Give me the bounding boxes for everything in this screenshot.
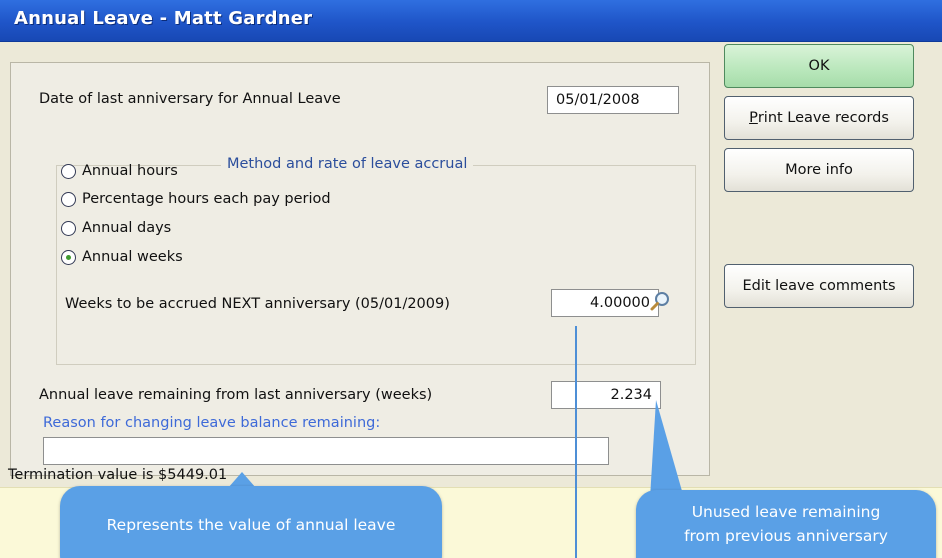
- callout-right-line1: Unused leave remaining: [691, 503, 881, 521]
- callout-left: Represents the value of annual leave: [60, 486, 442, 558]
- ok-button[interactable]: OK: [724, 44, 914, 88]
- reason-input[interactable]: [43, 437, 609, 465]
- weeks-accrued-field[interactable]: 4.00000: [551, 289, 659, 317]
- print-leave-records-button[interactable]: Print Leave records: [724, 96, 914, 140]
- radio-annual-weeks[interactable]: Annual weeks: [61, 245, 183, 269]
- radio-annual-hours[interactable]: Annual hours: [61, 159, 178, 183]
- magnifier-icon[interactable]: [649, 290, 671, 312]
- termination-value: Termination value is $5449.01: [8, 467, 228, 483]
- callout-right-line2: from previous anniversary: [684, 527, 888, 545]
- radio-label: Annual days: [82, 220, 172, 236]
- radio-label: Annual hours: [82, 163, 178, 179]
- more-info-button-label: More info: [785, 162, 853, 178]
- window-title: Annual Leave - Matt Gardner: [14, 8, 313, 29]
- weeks-accrued-label: Weeks to be accrued NEXT anniversary (05…: [65, 296, 450, 312]
- radio-circle[interactable]: [61, 191, 76, 207]
- leave-settings-frame: Date of last anniversary for Annual Leav…: [10, 62, 710, 476]
- radio-circle[interactable]: [61, 163, 76, 179]
- edit-comments-button-label: Edit leave comments: [742, 278, 896, 294]
- radio-label: Percentage hours each pay period: [82, 191, 331, 207]
- leave-remaining-field[interactable]: 2.234: [551, 381, 661, 409]
- radio-circle-checked[interactable]: [61, 249, 76, 265]
- radio-percentage-hours[interactable]: Percentage hours each pay period: [61, 187, 331, 211]
- callout-left-text: Represents the value of annual leave: [106, 516, 396, 534]
- print-button-label: rint Leave records: [757, 110, 889, 126]
- callout-right: Unused leave remaining from previous ann…: [636, 490, 936, 558]
- callout-pointer-line: [575, 326, 577, 558]
- ok-button-label: OK: [808, 58, 830, 74]
- radio-label: Annual weeks: [82, 249, 183, 265]
- callout-right-tail: [650, 400, 684, 498]
- edit-leave-comments-button[interactable]: Edit leave comments: [724, 264, 914, 308]
- print-button-accelerator: P: [749, 110, 758, 126]
- more-info-button[interactable]: More info: [724, 148, 914, 192]
- accrual-method-title: Method and rate of leave accrual: [221, 156, 474, 172]
- reason-label: Reason for changing leave balance remain…: [43, 415, 381, 431]
- title-bar: Annual Leave - Matt Gardner: [0, 0, 942, 42]
- anniversary-date-field[interactable]: 05/01/2008: [547, 86, 679, 114]
- leave-remaining-label: Annual leave remaining from last anniver…: [39, 387, 433, 403]
- radio-annual-days[interactable]: Annual days: [61, 216, 171, 240]
- anniversary-label: Date of last anniversary for Annual Leav…: [39, 91, 341, 107]
- radio-circle[interactable]: [61, 220, 76, 236]
- dialog-body: Date of last anniversary for Annual Leav…: [0, 42, 942, 558]
